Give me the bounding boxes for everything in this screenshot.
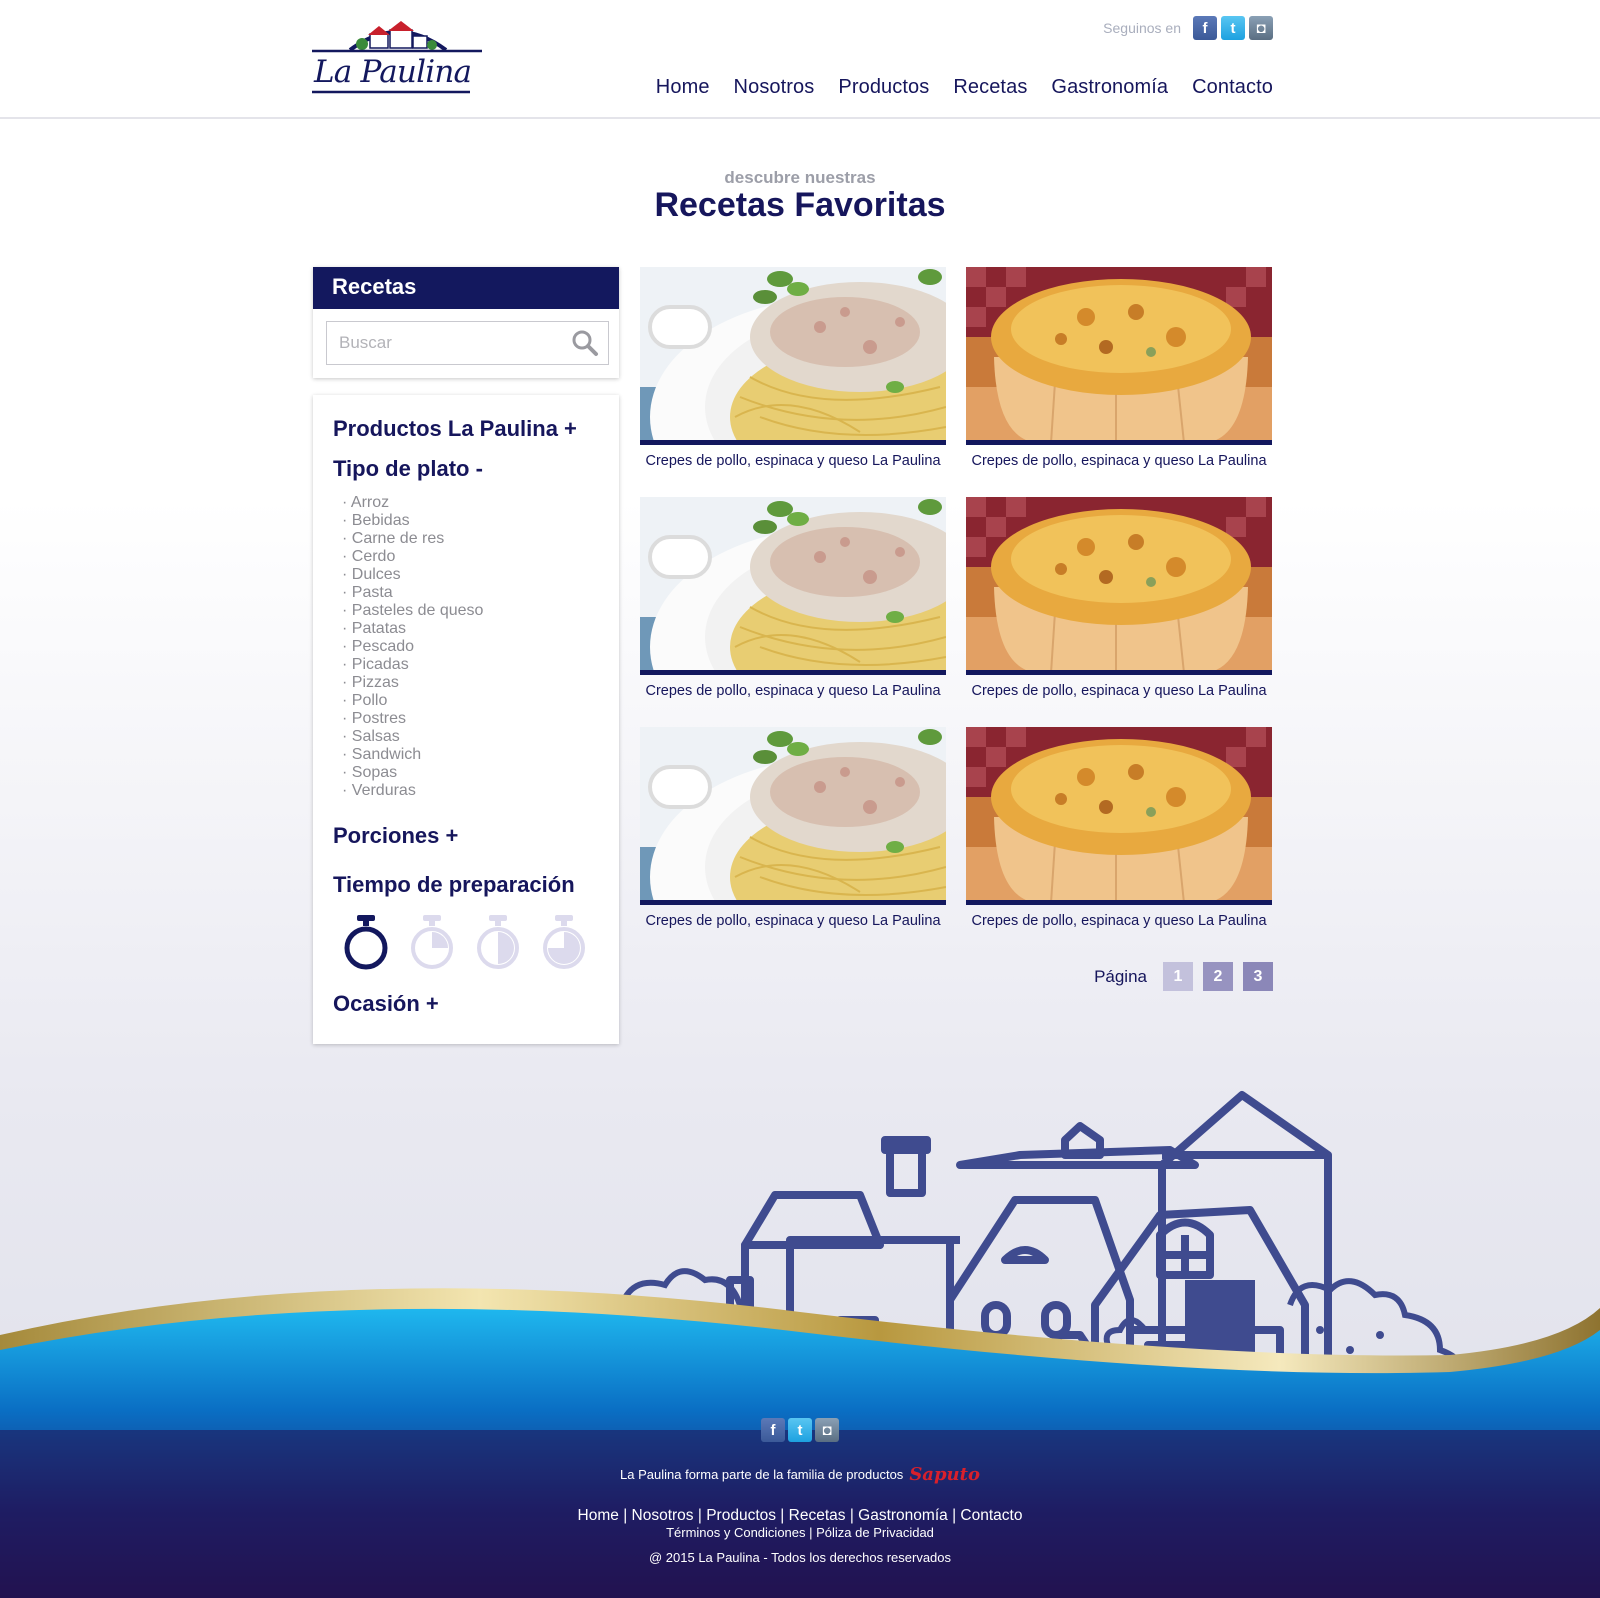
facebook-icon[interactable]: f bbox=[761, 1418, 785, 1442]
list-item[interactable]: · Pasta bbox=[342, 584, 483, 602]
list-item[interactable]: · Patatas bbox=[342, 620, 483, 638]
filter-productos[interactable]: Productos La Paulina + bbox=[333, 416, 577, 442]
footer-link-nosotros[interactable]: Nosotros bbox=[632, 1507, 694, 1524]
dish-type-list: · Arroz · Bebidas · Carne de res · Cerdo… bbox=[342, 494, 483, 800]
page-button-3[interactable]: 3 bbox=[1243, 962, 1273, 991]
list-item[interactable]: · Pescado bbox=[342, 638, 483, 656]
nav-contacto[interactable]: Contacto bbox=[1192, 76, 1273, 99]
recipe-image-pasta[interactable] bbox=[640, 497, 946, 675]
nav-home[interactable]: Home bbox=[656, 76, 710, 99]
list-item[interactable]: · Pasteles de queso bbox=[342, 602, 483, 620]
footer-legal: Términos y Condiciones | Póliza de Priva… bbox=[666, 1525, 934, 1540]
instagram-icon[interactable]: ◘ bbox=[1249, 16, 1273, 40]
recipe-image-quiche[interactable] bbox=[966, 497, 1272, 675]
brand-logo[interactable]: La Paulina bbox=[310, 18, 485, 96]
list-item[interactable]: · Cerdo bbox=[342, 548, 483, 566]
page-button-2[interactable]: 2 bbox=[1203, 962, 1233, 991]
recipe-caption[interactable]: Crepes de pollo, espinaca y queso La Pau… bbox=[966, 453, 1272, 469]
recipe-card[interactable]: Crepes de pollo, espinaca y queso La Pau… bbox=[966, 727, 1272, 929]
filter-porciones[interactable]: Porciones + bbox=[333, 823, 458, 849]
pagination-label: Página bbox=[1094, 966, 1147, 986]
footer-link-recetas[interactable]: Recetas bbox=[789, 1507, 846, 1524]
nav-productos[interactable]: Productos bbox=[838, 76, 929, 99]
site-footer: f t ◘ La Paulina forma parte de la famil… bbox=[0, 1418, 1600, 1565]
prep-time-options bbox=[343, 913, 587, 973]
main-nav: Home Nosotros Productos Recetas Gastrono… bbox=[632, 76, 1273, 99]
facebook-icon[interactable]: f bbox=[1193, 16, 1217, 40]
recipe-filters: Productos La Paulina + Tipo de plato - ·… bbox=[313, 395, 619, 1044]
stopwatch-icon-empty[interactable] bbox=[343, 913, 389, 973]
family-note: La Paulina forma parte de la familia de … bbox=[0, 1464, 1600, 1485]
list-item[interactable]: · Pollo bbox=[342, 692, 483, 710]
list-item[interactable]: · Picadas bbox=[342, 656, 483, 674]
recipe-image-pasta[interactable] bbox=[640, 267, 946, 445]
stopwatch-icon-half[interactable] bbox=[475, 913, 521, 973]
recipe-card[interactable]: Crepes de pollo, espinaca y queso La Pau… bbox=[640, 267, 946, 469]
nav-gastronomia[interactable]: Gastronomía bbox=[1051, 76, 1168, 99]
page-button-1[interactable]: 1 bbox=[1163, 962, 1193, 991]
social-links-header: Seguinos en f t ◘ bbox=[1103, 16, 1273, 40]
recipe-card[interactable]: Crepes de pollo, espinaca y queso La Pau… bbox=[966, 497, 1272, 699]
page-title: Recetas Favoritas bbox=[654, 186, 946, 224]
list-item[interactable]: · Bebidas bbox=[342, 512, 483, 530]
list-item[interactable]: · Arroz bbox=[342, 494, 483, 512]
recipe-caption[interactable]: Crepes de pollo, espinaca y queso La Pau… bbox=[966, 683, 1272, 699]
list-item[interactable]: · Carne de res bbox=[342, 530, 483, 548]
filter-ocasion[interactable]: Ocasión + bbox=[333, 991, 439, 1017]
list-item[interactable]: · Salsas bbox=[342, 728, 483, 746]
social-links-footer: f t ◘ bbox=[0, 1418, 1600, 1442]
footer-link-home[interactable]: Home bbox=[578, 1507, 619, 1524]
family-text: La Paulina forma parte de la familia de … bbox=[620, 1467, 904, 1482]
twitter-icon[interactable]: t bbox=[1221, 16, 1245, 40]
list-item[interactable]: · Sandwich bbox=[342, 746, 483, 764]
recipe-card[interactable]: Crepes de pollo, espinaca y queso La Pau… bbox=[640, 497, 946, 699]
stopwatch-icon-quarter[interactable] bbox=[409, 913, 455, 973]
footer-link-productos[interactable]: Productos bbox=[706, 1507, 776, 1524]
search-panel-title: Recetas bbox=[313, 267, 619, 309]
recipe-image-pasta[interactable] bbox=[640, 727, 946, 905]
copyright: @ 2015 La Paulina - Todos los derechos r… bbox=[648, 1550, 952, 1565]
terms-link[interactable]: Términos y Condiciones bbox=[666, 1525, 805, 1540]
footer-nav: Home | Nosotros | Productos | Recetas | … bbox=[577, 1507, 1023, 1524]
recipe-caption[interactable]: Crepes de pollo, espinaca y queso La Pau… bbox=[640, 913, 946, 929]
stopwatch-icon-three-quarter[interactable] bbox=[541, 913, 587, 973]
filter-tiempo-de-preparacion: Tiempo de preparación bbox=[333, 872, 575, 897]
recipe-card[interactable]: Crepes de pollo, espinaca y queso La Pau… bbox=[966, 267, 1272, 469]
hero-subtitle: descubre nuestras bbox=[724, 168, 876, 187]
recipe-card[interactable]: Crepes de pollo, espinaca y queso La Pau… bbox=[640, 727, 946, 929]
list-item[interactable]: · Postres bbox=[342, 710, 483, 728]
site-header: La Paulina Seguinos en f t ◘ Home Nosotr… bbox=[0, 0, 1600, 119]
instagram-icon[interactable]: ◘ bbox=[815, 1418, 839, 1442]
privacy-link[interactable]: Póliza de Privacidad bbox=[816, 1525, 934, 1540]
list-item[interactable]: · Dulces bbox=[342, 566, 483, 584]
nav-nosotros[interactable]: Nosotros bbox=[734, 76, 815, 99]
recipe-search-panel: Recetas bbox=[313, 267, 619, 378]
recipe-caption[interactable]: Crepes de pollo, espinaca y queso La Pau… bbox=[640, 683, 946, 699]
search-input[interactable] bbox=[326, 321, 609, 365]
list-item[interactable]: · Pizzas bbox=[342, 674, 483, 692]
twitter-icon[interactable]: t bbox=[788, 1418, 812, 1442]
brand-logo-wordmark: La Paulina bbox=[313, 54, 472, 90]
recipe-image-quiche[interactable] bbox=[966, 267, 1272, 445]
list-item[interactable]: · Sopas bbox=[342, 764, 483, 782]
social-label: Seguinos en bbox=[1103, 20, 1181, 36]
pagination: Página 1 2 3 bbox=[1094, 962, 1273, 991]
nav-recetas[interactable]: Recetas bbox=[953, 76, 1027, 99]
recipe-caption[interactable]: Crepes de pollo, espinaca y queso La Pau… bbox=[966, 913, 1272, 929]
footer-link-gastronomia[interactable]: Gastronomía bbox=[858, 1507, 948, 1524]
recipe-image-quiche[interactable] bbox=[966, 727, 1272, 905]
recipe-caption[interactable]: Crepes de pollo, espinaca y queso La Pau… bbox=[640, 453, 946, 469]
search-icon[interactable] bbox=[571, 329, 599, 357]
saputo-logo[interactable]: Saputo bbox=[909, 1464, 980, 1485]
filter-tipo-de-plato[interactable]: Tipo de plato - bbox=[333, 456, 483, 482]
footer-link-contacto[interactable]: Contacto bbox=[960, 1507, 1022, 1524]
list-item[interactable]: · Verduras bbox=[342, 782, 483, 800]
